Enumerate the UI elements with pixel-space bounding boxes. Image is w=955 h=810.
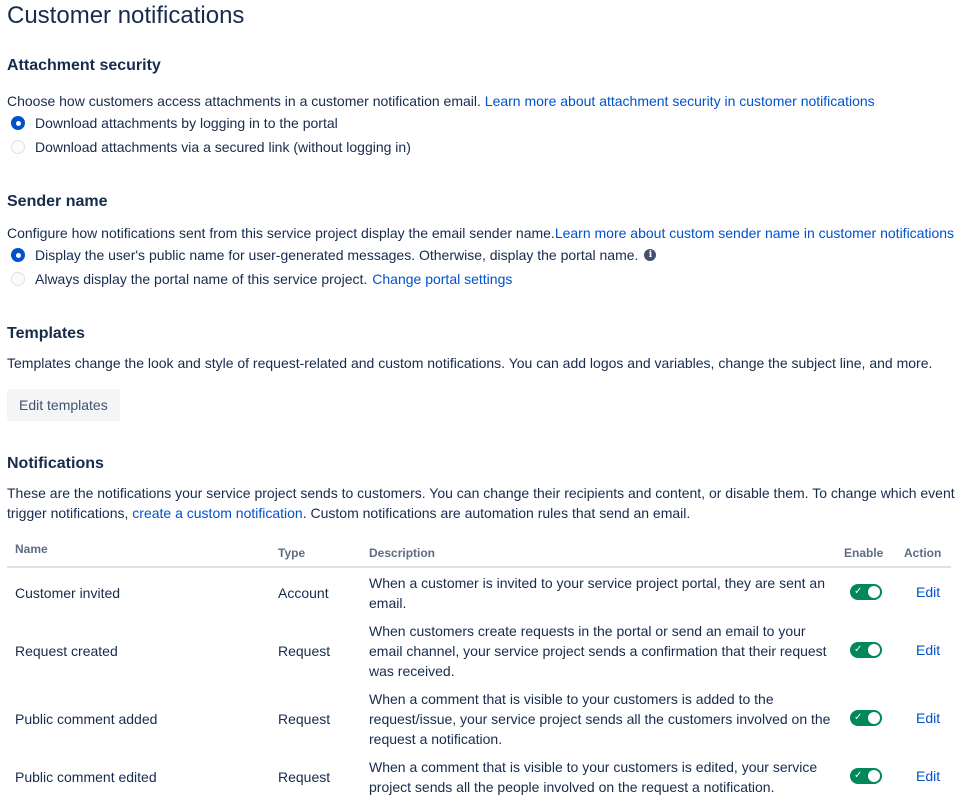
check-icon: ✓ bbox=[854, 586, 863, 597]
enable-toggle[interactable]: ✓ bbox=[850, 710, 882, 726]
sender-option-label: Always display the portal name of this s… bbox=[35, 271, 368, 287]
attachment-option-secured-link[interactable]: Download attachments via a secured link … bbox=[11, 137, 411, 157]
notification-type: Request bbox=[278, 643, 331, 659]
attachment-security-heading: Attachment security bbox=[7, 57, 161, 74]
notifications-description-line2: trigger notifications, create a custom n… bbox=[7, 503, 690, 523]
radio-selected-icon[interactable] bbox=[11, 248, 25, 262]
column-header-action: Action bbox=[904, 546, 942, 560]
column-header-name: Name bbox=[15, 542, 48, 556]
notifications-heading: Notifications bbox=[7, 455, 104, 472]
enable-toggle[interactable]: ✓ bbox=[850, 642, 882, 658]
toggle-knob bbox=[868, 586, 880, 598]
sender-name-heading: Sender name bbox=[7, 193, 108, 210]
toggle-knob bbox=[868, 770, 880, 782]
create-custom-notification-link[interactable]: create a custom notification bbox=[132, 505, 302, 521]
toggle-knob bbox=[868, 712, 880, 724]
sender-option-portal-name[interactable]: Always display the portal name of this s… bbox=[11, 269, 512, 289]
edit-templates-button[interactable]: Edit templates bbox=[7, 389, 120, 421]
notification-description: When a customer is invited to your servi… bbox=[369, 575, 825, 611]
column-header-enable: Enable bbox=[844, 546, 884, 560]
notification-name: Public comment edited bbox=[15, 769, 157, 785]
notification-type: Request bbox=[278, 769, 331, 785]
enable-toggle[interactable]: ✓ bbox=[850, 584, 882, 600]
attachment-option-label: Download attachments via a secured link … bbox=[35, 139, 411, 155]
radio-unselected-icon[interactable] bbox=[11, 272, 25, 286]
check-icon: ✓ bbox=[854, 644, 863, 655]
notification-name: Customer invited bbox=[15, 585, 121, 601]
sender-option-public-name[interactable]: Display the user's public name for user-… bbox=[11, 245, 657, 265]
notifications-desc-text: trigger notifications, bbox=[7, 505, 129, 521]
page-title: Customer notifications bbox=[7, 2, 245, 29]
attachment-learn-more-link[interactable]: Learn more about attachment security in … bbox=[485, 93, 875, 109]
notification-type: Account bbox=[278, 585, 329, 601]
edit-link[interactable]: Edit bbox=[916, 768, 940, 784]
radio-selected-icon[interactable] bbox=[11, 116, 25, 130]
templates-description: Templates change the look and style of r… bbox=[7, 355, 933, 371]
check-icon: ✓ bbox=[854, 712, 863, 723]
notification-description: When a comment that is visible to your c… bbox=[369, 759, 818, 795]
attachment-description-text: Choose how customers access attachments … bbox=[7, 93, 481, 109]
attachment-option-label: Download attachments by logging in to th… bbox=[35, 115, 338, 131]
templates-heading: Templates bbox=[7, 325, 85, 342]
attachment-security-description: Choose how customers access attachments … bbox=[7, 91, 875, 111]
column-header-type: Type bbox=[278, 546, 306, 560]
sender-option-label: Display the user's public name for user-… bbox=[35, 247, 639, 263]
edit-link[interactable]: Edit bbox=[916, 584, 940, 600]
notifications-desc-text: . Custom notifications are automation ru… bbox=[302, 505, 691, 521]
toggle-knob bbox=[868, 644, 880, 656]
attachment-option-portal-login[interactable]: Download attachments by logging in to th… bbox=[11, 113, 338, 133]
sender-learn-more-link[interactable]: Learn more about custom sender name in c… bbox=[555, 225, 954, 241]
edit-link[interactable]: Edit bbox=[916, 642, 940, 658]
edit-link[interactable]: Edit bbox=[916, 710, 940, 726]
notification-description: When a comment that is visible to your c… bbox=[369, 691, 831, 747]
info-icon[interactable]: i bbox=[644, 249, 657, 261]
notification-name: Public comment added bbox=[15, 711, 158, 727]
column-header-description: Description bbox=[369, 546, 436, 560]
radio-unselected-icon[interactable] bbox=[11, 140, 25, 154]
sender-name-description: Configure how notifications sent from th… bbox=[7, 223, 954, 243]
sender-description-text: Configure how notifications sent from th… bbox=[7, 225, 555, 241]
notification-type: Request bbox=[278, 711, 331, 727]
check-icon: ✓ bbox=[854, 770, 863, 781]
table-header-divider bbox=[7, 566, 951, 568]
notifications-description-line1: These are the notifications your service… bbox=[7, 485, 955, 501]
change-portal-settings-link[interactable]: Change portal settings bbox=[372, 271, 512, 287]
notification-description: When customers create requests in the po… bbox=[369, 623, 827, 679]
enable-toggle[interactable]: ✓ bbox=[850, 768, 882, 784]
notification-name: Request created bbox=[15, 643, 118, 659]
